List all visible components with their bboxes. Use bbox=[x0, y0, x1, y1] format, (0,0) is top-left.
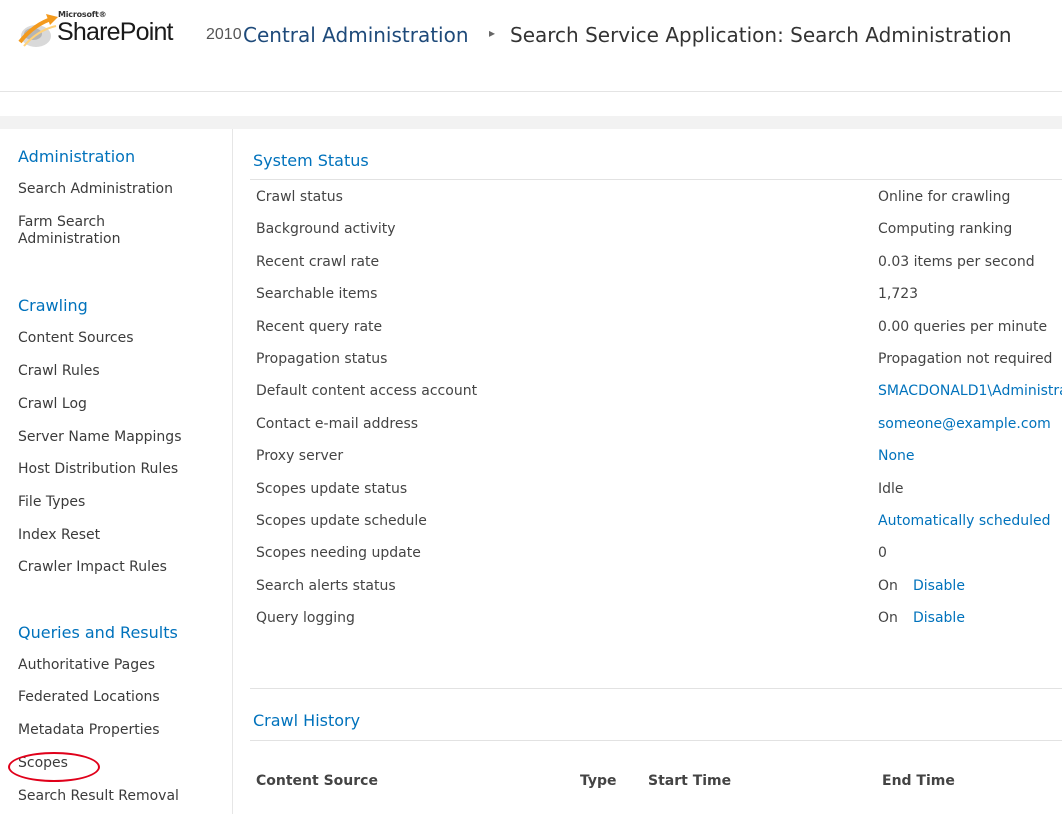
system-status-divider bbox=[250, 179, 1062, 180]
nav-item-search-result-removal[interactable]: Search Result Removal bbox=[18, 788, 179, 805]
nav-heading-queries-and-results[interactable]: Queries and Results bbox=[18, 623, 178, 642]
nav-heading-crawling[interactable]: Crawling bbox=[18, 296, 88, 315]
status-value: 1,723 bbox=[878, 286, 919, 302]
status-value: Online for crawling bbox=[878, 189, 1011, 205]
status-label: Scopes update status bbox=[256, 481, 408, 497]
breadcrumb-central-administration[interactable]: Central Administration bbox=[243, 23, 469, 47]
nav-item-file-types[interactable]: File Types bbox=[18, 494, 85, 511]
scopes-highlight-circle bbox=[8, 752, 100, 782]
nav-item-host-distribution-rules[interactable]: Host Distribution Rules bbox=[18, 461, 178, 478]
status-label: Search alerts status bbox=[256, 578, 396, 594]
status-label: Scopes needing update bbox=[256, 545, 421, 561]
header-divider bbox=[0, 91, 1062, 92]
status-label: Default content access account bbox=[256, 383, 478, 399]
crawl-history-title: Crawl History bbox=[253, 711, 361, 730]
status-label: Proxy server bbox=[256, 448, 344, 464]
nav-item-crawler-impact-rules[interactable]: Crawler Impact Rules bbox=[18, 559, 167, 576]
column-header-content-source[interactable]: Content Source bbox=[256, 773, 378, 789]
status-value[interactable]: None bbox=[878, 448, 915, 464]
nav-item-content-sources[interactable]: Content Sources bbox=[18, 330, 134, 347]
status-label: Searchable items bbox=[256, 286, 378, 302]
status-value: Propagation not required bbox=[878, 351, 1053, 367]
nav-heading-administration[interactable]: Administration bbox=[18, 147, 135, 166]
nav-item-crawl-log[interactable]: Crawl Log bbox=[18, 396, 87, 413]
sharepoint-wordmark: SharePoint bbox=[57, 18, 174, 46]
status-label: Recent crawl rate bbox=[256, 254, 380, 270]
crawl-history-divider bbox=[250, 740, 1062, 741]
column-header-start-time[interactable]: Start Time bbox=[648, 773, 731, 789]
status-label: Query logging bbox=[256, 610, 355, 626]
status-value: On bbox=[878, 610, 898, 626]
status-label: Scopes update schedule bbox=[256, 513, 427, 529]
status-value: On bbox=[878, 578, 898, 594]
page-title: Search Service Application: Search Admin… bbox=[510, 23, 1012, 47]
nav-item-farm-search-administration[interactable]: Farm Search Administration bbox=[18, 214, 120, 248]
column-header-end-time[interactable]: End Time bbox=[882, 773, 955, 789]
status-value: 0.00 queries per minute bbox=[878, 319, 1048, 335]
nav-item-index-reset[interactable]: Index Reset bbox=[18, 527, 100, 544]
ribbon-band bbox=[0, 116, 1062, 129]
disable-link[interactable]: Disable bbox=[913, 578, 965, 594]
nav-item-authoritative-pages[interactable]: Authoritative Pages bbox=[18, 657, 155, 674]
status-label: Recent query rate bbox=[256, 319, 383, 335]
nav-item-metadata-properties[interactable]: Metadata Properties bbox=[18, 722, 160, 739]
nav-item-federated-locations[interactable]: Federated Locations bbox=[18, 689, 160, 706]
nav-item-server-name-mappings[interactable]: Server Name Mappings bbox=[18, 429, 182, 446]
status-label: Propagation status bbox=[256, 351, 388, 367]
breadcrumb-arrow-icon: ▸ bbox=[489, 26, 496, 40]
status-value: 0 bbox=[878, 545, 887, 561]
nav-item-crawl-rules[interactable]: Crawl Rules bbox=[18, 363, 100, 380]
status-value[interactable]: someone@example.com bbox=[878, 416, 1051, 432]
page-header: Microsoft® SharePoint 2010 Central Admin… bbox=[0, 0, 1062, 92]
crawl-history-top-divider bbox=[250, 688, 1062, 689]
status-value: Idle bbox=[878, 481, 904, 497]
column-header-type[interactable]: Type bbox=[580, 773, 617, 789]
system-status-title: System Status bbox=[253, 151, 369, 170]
disable-link[interactable]: Disable bbox=[913, 610, 965, 626]
status-label: Background activity bbox=[256, 221, 396, 237]
status-value[interactable]: SMACDONALD1\Administrator bbox=[878, 383, 1062, 399]
status-label: Crawl status bbox=[256, 189, 343, 205]
status-value: 0.03 items per second bbox=[878, 254, 1035, 270]
status-value[interactable]: Automatically scheduled bbox=[878, 513, 1051, 529]
status-label: Contact e-mail address bbox=[256, 416, 419, 432]
status-value: Computing ranking bbox=[878, 221, 1013, 237]
nav-item-search-administration[interactable]: Search Administration bbox=[18, 181, 173, 198]
sharepoint-version: 2010 bbox=[206, 26, 242, 43]
